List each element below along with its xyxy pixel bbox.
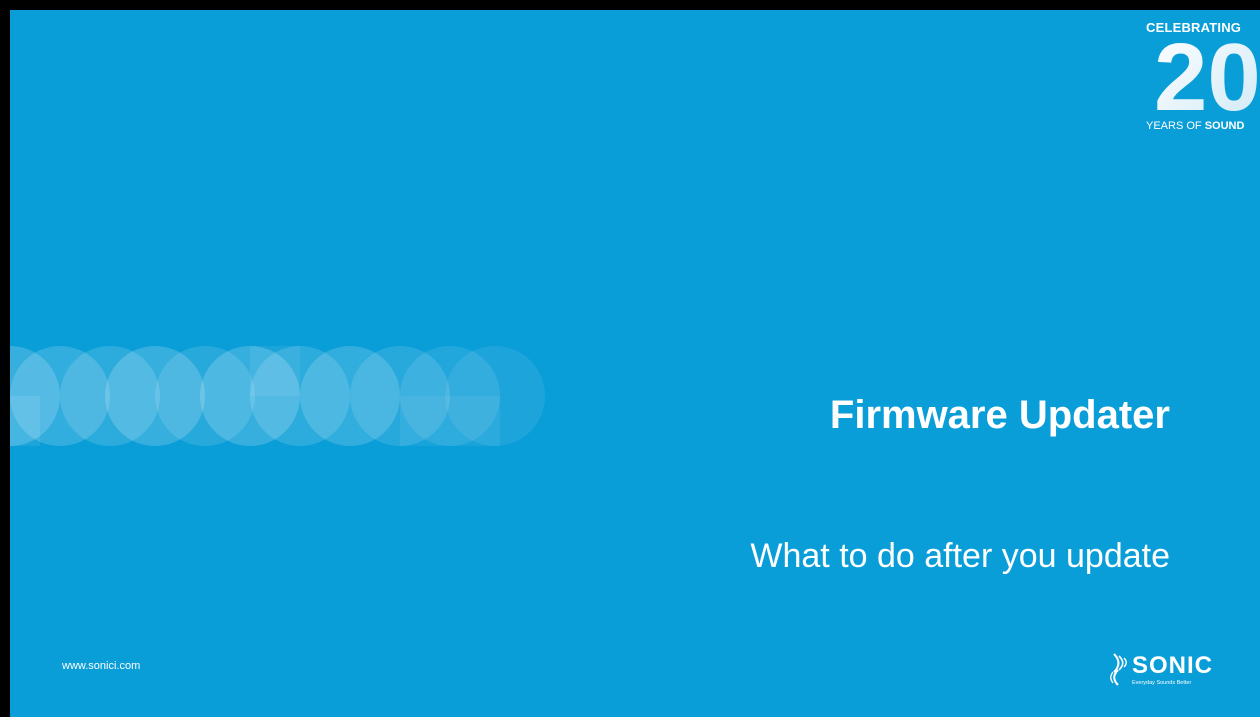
badge-20-logo: 20 [1154, 30, 1260, 118]
window-frame: CELEBRATING 20 YEARS OF SOUND Firmware U… [0, 0, 1260, 717]
anniversary-badge: CELEBRATING 20 YEARS OF SOUND [1146, 16, 1260, 140]
sonic-logo: SONIC Everyday Sounds Better [1110, 642, 1230, 690]
badge-number: 20 [1154, 30, 1260, 118]
slide-title: Firmware Updater [829, 393, 1170, 437]
title-slide: CELEBRATING 20 YEARS OF SOUND Firmware U… [10, 10, 1260, 717]
badge-bottom-text: YEARS OF SOUND [1146, 120, 1245, 132]
website-url: www.sonici.com [62, 660, 141, 672]
slide-subtitle: What to do after you update [750, 537, 1170, 575]
logo-name: SONIC [1132, 652, 1214, 679]
decorative-circles [10, 346, 545, 446]
sound-waves-icon [1110, 653, 1127, 686]
logo-tagline: Everyday Sounds Better [1132, 680, 1192, 686]
